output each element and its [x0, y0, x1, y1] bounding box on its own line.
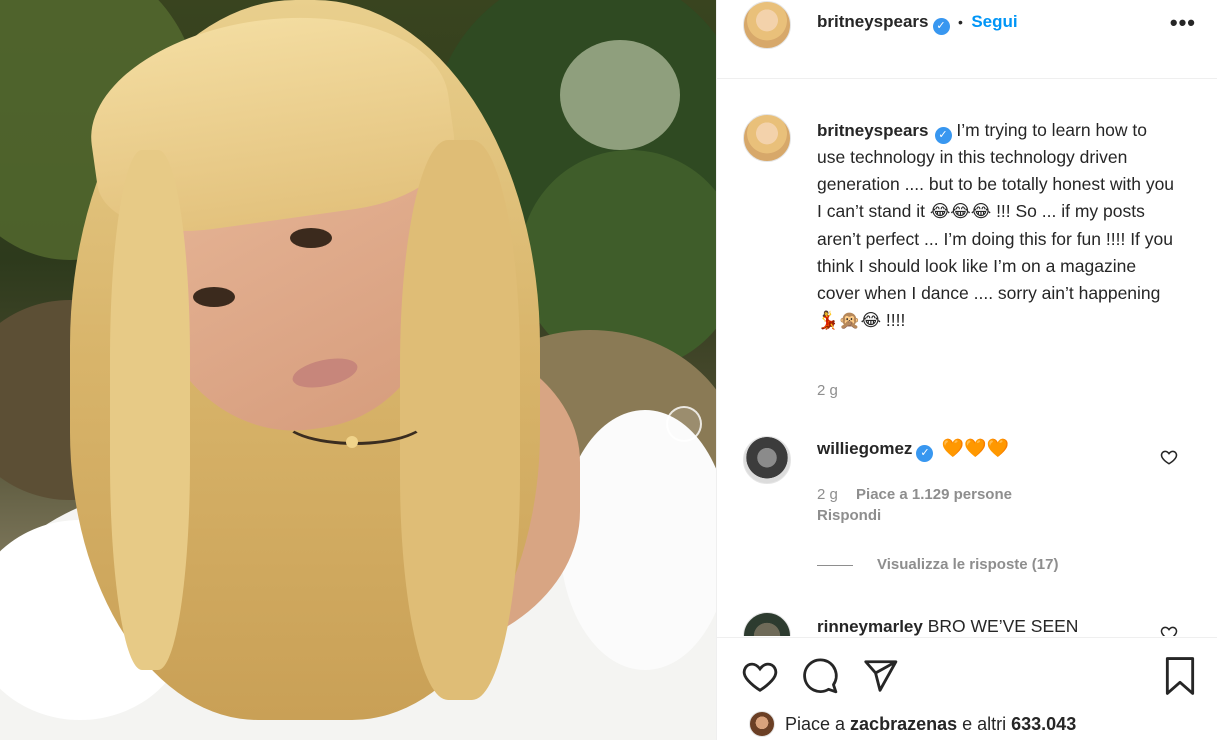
- comment-body: rinneymarley BRO WE’VE SEEN: [817, 616, 1078, 636]
- comment-likes[interactable]: Piace a 1.129 persone: [856, 486, 1012, 503]
- author-avatar[interactable]: [743, 1, 791, 49]
- comment-username[interactable]: williegomez: [817, 439, 912, 458]
- comment-time[interactable]: 2 g: [817, 486, 838, 503]
- verified-icon: ✓: [934, 127, 952, 144]
- heart-icon[interactable]: [1160, 624, 1178, 636]
- caption: britneyspears ✓ I’m trying to learn how t…: [817, 117, 1177, 335]
- sky-patch: [560, 40, 680, 150]
- more-options-icon[interactable]: •••: [1170, 10, 1196, 36]
- dance-monkey-laugh-emoji: 💃🙊😂: [817, 311, 882, 331]
- caption-avatar[interactable]: [743, 114, 791, 162]
- reply-button[interactable]: Rispondi: [817, 507, 881, 524]
- follow-button[interactable]: Segui: [971, 12, 1017, 31]
- liker-username[interactable]: zacbrazenas: [850, 714, 957, 734]
- orange-heart-emoji: 🧡🧡🧡: [941, 438, 1010, 459]
- hair-strand: [110, 150, 190, 670]
- post-panel: britneyspears ✓ • Segui ••• britneyspears…: [716, 0, 1217, 740]
- pendant: [346, 436, 358, 448]
- verified-icon: ✓: [932, 18, 950, 35]
- post-photo[interactable]: [0, 0, 716, 740]
- caption-username[interactable]: britneyspears: [817, 121, 929, 140]
- caption-time[interactable]: 2 g: [817, 382, 838, 399]
- likes-summary: Piace a zacbrazenas e altri 633.043: [785, 714, 1076, 735]
- likes-prefix: Piace a: [785, 714, 851, 734]
- comment-username[interactable]: rinneymarley: [817, 617, 923, 636]
- divider: [817, 565, 853, 566]
- comment-body: williegomez ✓ 🧡🧡🧡: [817, 438, 1009, 462]
- view-replies-button[interactable]: Visualizza le risposte (17): [877, 556, 1058, 573]
- comment-text: BRO WE’VE SEEN: [927, 616, 1079, 636]
- carousel-next-button[interactable]: [666, 406, 702, 442]
- post-header: britneyspears ✓ • Segui •••: [717, 0, 1217, 79]
- comments-list[interactable]: britneyspears ✓ I’m trying to learn how t…: [717, 80, 1217, 636]
- comment-icon[interactable]: [801, 657, 839, 695]
- action-bar: Piace a zacbrazenas e altri 633.043: [717, 637, 1217, 740]
- caption-text: !!!!: [881, 310, 906, 330]
- eye: [290, 228, 332, 248]
- sleeve: [560, 410, 716, 670]
- author-username[interactable]: britneyspears: [817, 12, 929, 31]
- liker-avatar[interactable]: [749, 711, 775, 737]
- likes-suffix: e altri: [957, 714, 1012, 734]
- comment-meta: 2 g Piace a 1.129 persone: [817, 486, 1012, 503]
- likes-count[interactable]: 633.043: [1011, 714, 1076, 734]
- laughing-emoji: 😂😂😂: [929, 202, 992, 222]
- comment-avatar[interactable]: [743, 612, 791, 636]
- bookmark-icon[interactable]: [1161, 655, 1199, 697]
- share-icon[interactable]: [861, 657, 899, 695]
- author-line: britneyspears ✓ • Segui: [817, 12, 1018, 35]
- separator: •: [957, 14, 963, 30]
- eye: [193, 287, 235, 307]
- like-heart-icon[interactable]: [741, 657, 779, 695]
- heart-icon[interactable]: [1160, 448, 1178, 466]
- verified-icon: ✓: [916, 445, 934, 462]
- comment-avatar[interactable]: [743, 436, 791, 484]
